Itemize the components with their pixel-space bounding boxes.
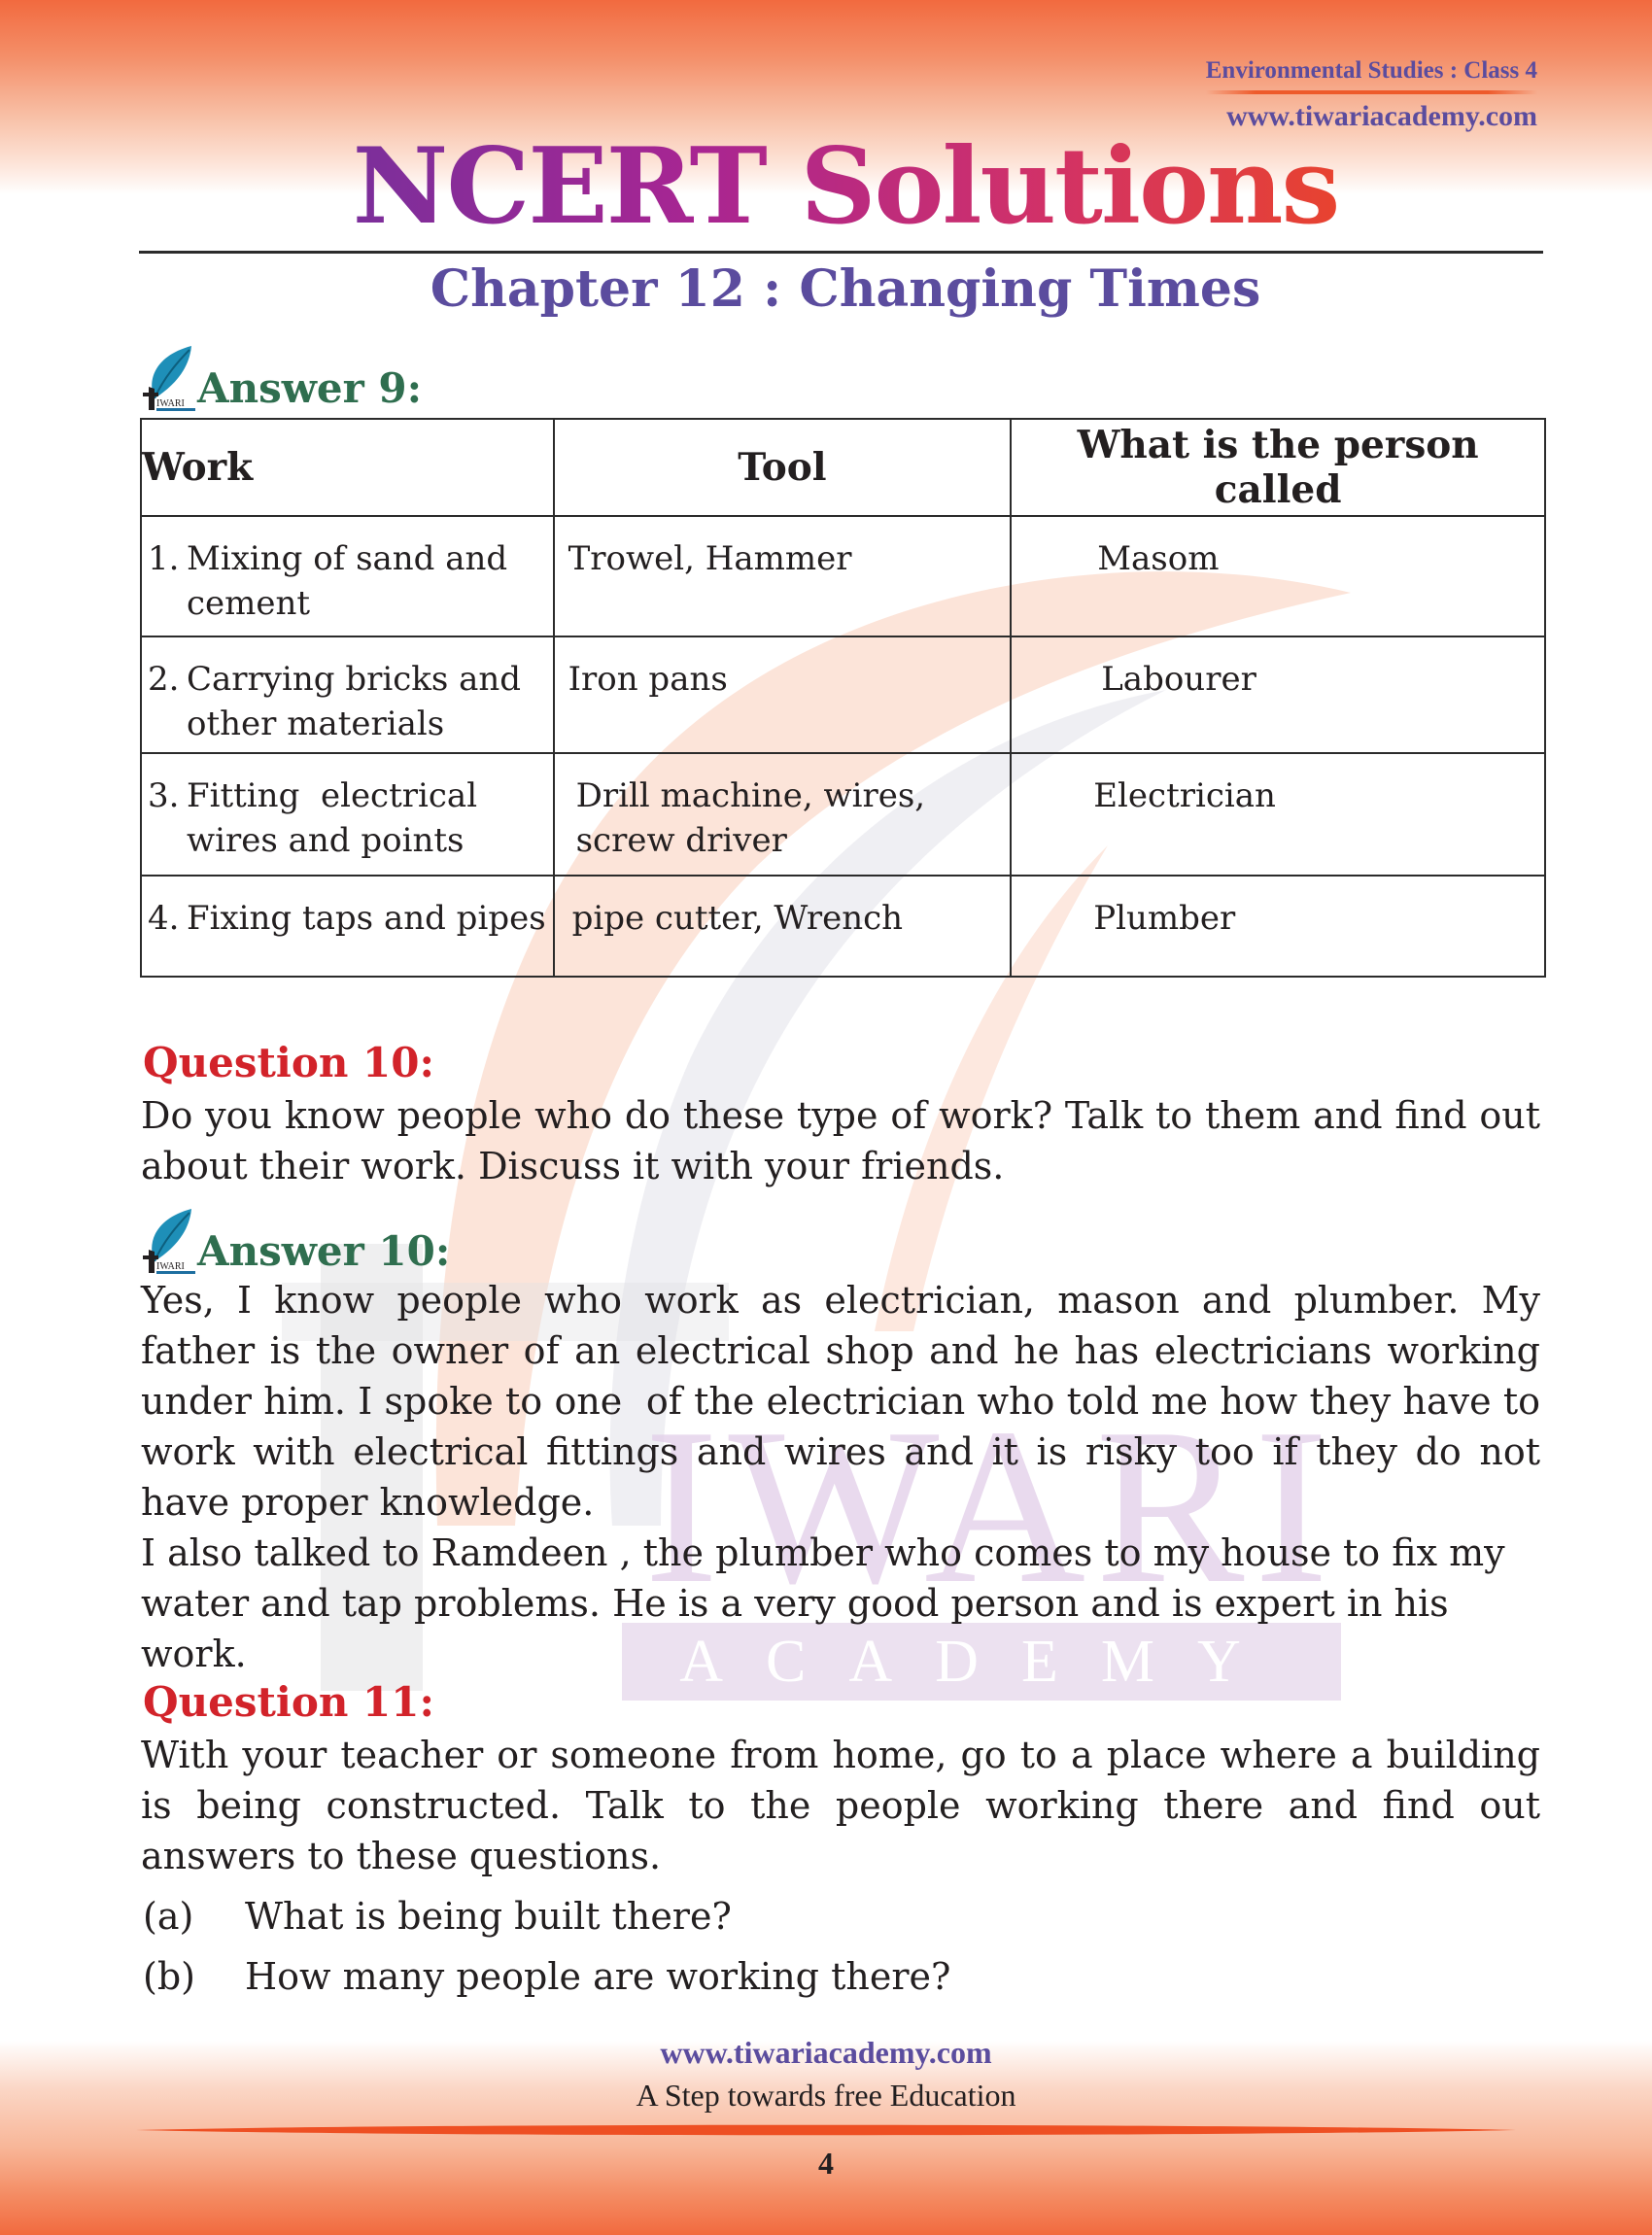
header-meta: Environmental Studies : Class 4 www.tiwa… <box>1205 56 1537 133</box>
footer-divider <box>136 2124 1516 2136</box>
tiwari-logo-icon: IWARI <box>141 342 199 412</box>
answer-9-heading: IWARI Answer 9: <box>141 342 422 412</box>
person-cell: Plumber <box>1010 875 1546 978</box>
meta-divider <box>1205 90 1537 94</box>
tool-cell: pipe cutter, Wrench <box>552 875 1013 978</box>
question-10-label: Question 10: <box>143 1039 434 1086</box>
person-cell: Masom <box>1010 515 1546 637</box>
subject-label: Environmental Studies : Class 4 <box>1205 57 1537 84</box>
table-row: 4. Fixing taps and pipes pipe cutter, Wre… <box>140 875 1546 978</box>
column-header-work: Work <box>140 418 555 517</box>
work-cell: 4. Fixing taps and pipes <box>140 875 555 978</box>
footer-website-link[interactable]: www.tiwariacademy.com <box>0 2033 1652 2072</box>
answer-10-heading: IWARI Answer 10: <box>141 1205 450 1275</box>
svg-text:IWARI: IWARI <box>156 398 185 409</box>
column-header-tool: Tool <box>552 418 1013 517</box>
question-10-text: Do you know people who do these type of … <box>141 1094 1540 1187</box>
list-item: (b) How many people are working there? <box>143 1955 951 1998</box>
list-item: (a) What is being built there? <box>143 1895 732 1938</box>
page-number: 4 <box>818 2146 834 2181</box>
tiwari-logo-icon: IWARI <box>141 1205 199 1275</box>
question-11-text: With your teacher or someone from home, … <box>141 1734 1540 1877</box>
title-divider <box>139 251 1543 254</box>
work-cell: 3. Fitting electrical wires and points <box>140 752 555 877</box>
chapter-title: Chapter 12 : Changing Times <box>430 259 1261 319</box>
table-header-row: Work Tool What is the person called <box>140 418 1546 517</box>
tools-table: Work Tool What is the person called 1. Mi… <box>140 418 1546 978</box>
column-header-person: What is the person called <box>1010 418 1546 517</box>
answer-10-label: Answer 10: <box>197 1227 451 1275</box>
answer-9-label: Answer 9: <box>197 364 423 412</box>
table-row: 3. Fitting electrical wires and points Dr… <box>140 752 1546 877</box>
tool-cell: Iron pans <box>552 636 1013 754</box>
footer-tagline: A Step towards free Education <box>636 2078 1016 2113</box>
svg-text:IWARI: IWARI <box>156 1261 185 1272</box>
person-cell: Labourer <box>1010 636 1546 754</box>
tool-cell: Trowel, Hammer <box>552 515 1013 637</box>
question-11-label: Question 11: <box>143 1678 434 1726</box>
work-cell: 1. Mixing of sand and cement <box>140 515 555 637</box>
answer-10-text: Yes, I know people who work as electrici… <box>141 1275 1540 1679</box>
tool-cell: Drill machine, wires, screw driver <box>552 752 1013 877</box>
answer-10-paragraph: Yes, I know people who work as electrici… <box>141 1279 1553 1524</box>
page-title: NCERT Solutions <box>352 125 1341 248</box>
table-row: 1. Mixing of sand and cement Trowel, Hamm… <box>140 515 1546 637</box>
answer-10-paragraph: I also talked to Ramdeen , the plumber w… <box>141 1531 1505 1675</box>
person-cell: Electrician <box>1010 752 1546 877</box>
work-cell: 2. Carrying bricks and other materials <box>140 636 555 754</box>
table-row: 2. Carrying bricks and other materials Ir… <box>140 636 1546 754</box>
